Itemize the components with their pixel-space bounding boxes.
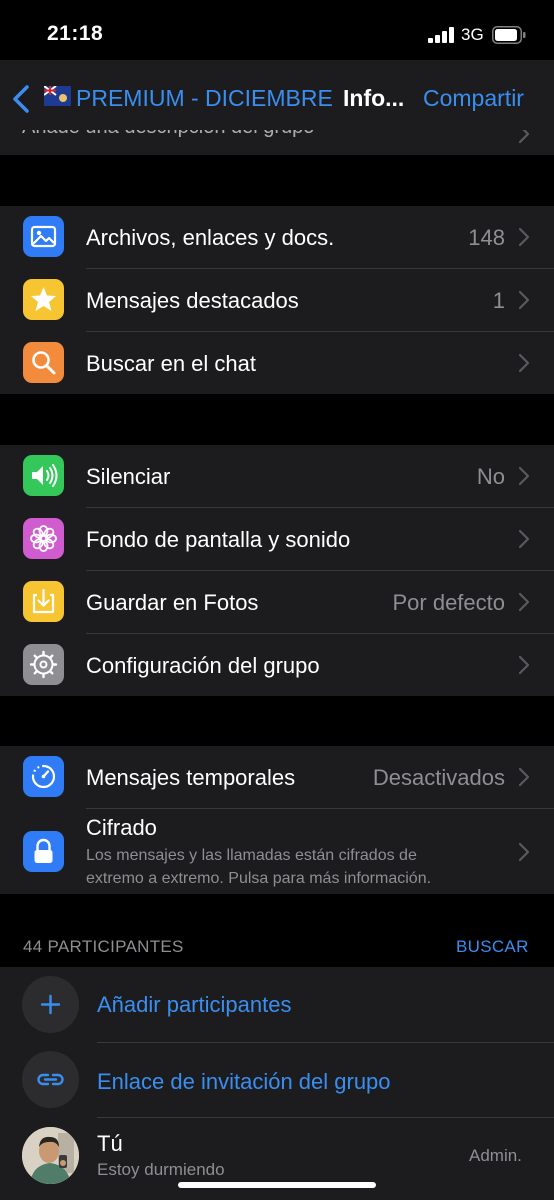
download-icon: [23, 581, 64, 622]
save-to-photos-row[interactable]: Guardar en Fotos Por defecto: [0, 571, 554, 633]
network-type: 3G: [461, 25, 484, 44]
photo-icon: [23, 216, 64, 257]
home-indicator: [178, 1182, 376, 1188]
back-chevron-icon[interactable]: [10, 84, 32, 114]
row-value: Desactivados: [372, 765, 505, 790]
row-value: No: [476, 464, 505, 489]
encryption-row[interactable]: Cifrado Los mensajes y las llamadas está…: [0, 809, 554, 894]
mute-row[interactable]: Silenciar No: [0, 445, 554, 507]
timer-icon: [23, 756, 64, 797]
chevron-right-icon: [518, 529, 530, 549]
invite-link-row[interactable]: Enlace de invitación del grupo: [0, 1043, 554, 1117]
search-icon: [23, 342, 64, 383]
participants-section: Añadir participantes Enlace de invitació…: [0, 967, 554, 1200]
disappearing-messages-row[interactable]: Mensajes temporales Desactivados: [0, 746, 554, 808]
row-label: Cifrado: [86, 815, 157, 840]
signal-icon: [428, 27, 454, 43]
encryption-line: Los mensajes y las llamadas están cifrad…: [86, 847, 417, 864]
files-links-docs-row[interactable]: Archivos, enlaces y docs. 148: [0, 206, 554, 268]
row-label: Mensajes temporales: [86, 765, 296, 790]
search-participants-button[interactable]: BUSCAR: [456, 937, 529, 957]
lock-icon: [23, 831, 64, 872]
add-participants-label: Añadir participantes: [97, 992, 292, 1017]
encryption-line: extremo a extremo. Pulsa para más inform…: [86, 870, 432, 887]
group-name-link[interactable]: PREMIUM - DICIEMBRE: [76, 85, 333, 112]
group-settings-row[interactable]: Configuración del grupo: [0, 634, 554, 696]
plus-icon: [22, 976, 79, 1033]
encryption-description: Los mensajes y las llamadas están cifrad…: [86, 844, 506, 890]
chevron-right-icon: [518, 130, 530, 144]
chevron-right-icon: [518, 290, 530, 310]
row-label: Configuración del grupo: [86, 653, 320, 678]
chevron-right-icon: [518, 655, 530, 675]
participant-name: Tú: [97, 1131, 123, 1156]
share-button[interactable]: Compartir: [423, 85, 524, 112]
chevron-right-icon: [518, 842, 530, 862]
row-label: Archivos, enlaces y docs.: [86, 225, 335, 250]
star-icon: [23, 279, 64, 320]
row-label: Silenciar: [86, 464, 171, 489]
row-label: Buscar en el chat: [86, 351, 256, 376]
media-section: Archivos, enlaces y docs. 148 Mensajes d…: [0, 206, 554, 394]
speaker-icon: [23, 455, 64, 496]
chevron-right-icon: [518, 592, 530, 612]
row-label: Guardar en Fotos: [86, 590, 259, 615]
chevron-right-icon: [518, 767, 530, 787]
group-description-row[interactable]: Añade una descripción del grupo: [0, 130, 554, 155]
chevron-right-icon: [518, 353, 530, 373]
status-time: 21:18: [47, 22, 104, 45]
gear-icon: [23, 644, 64, 685]
chevron-right-icon: [518, 466, 530, 486]
flower-icon: [23, 518, 64, 559]
group-description-text: Añade una descripción del grupo: [22, 130, 314, 139]
row-count: 148: [468, 225, 505, 250]
page-title: Info...: [343, 85, 405, 111]
admin-badge: Admin.: [469, 1146, 522, 1165]
avatar: [22, 1127, 79, 1184]
privacy-section: Mensajes temporales Desactivados Cifrado…: [0, 746, 554, 894]
participant-status: Estoy durmiendo: [97, 1160, 225, 1179]
add-participants-row[interactable]: Añadir participantes: [0, 967, 554, 1042]
starred-messages-row[interactable]: Mensajes destacados 1: [0, 269, 554, 331]
invite-link-label: Enlace de invitación del grupo: [97, 1069, 391, 1094]
row-value: Por defecto: [392, 590, 505, 615]
link-icon: [22, 1051, 79, 1108]
battery-icon: [492, 26, 526, 44]
wallpaper-sound-row[interactable]: Fondo de pantalla y sonido: [0, 508, 554, 570]
search-chat-row[interactable]: Buscar en el chat: [0, 332, 554, 394]
settings-section: Silenciar No Fondo de pantalla y sonido: [0, 445, 554, 696]
row-count: 1: [492, 288, 505, 313]
row-label: Mensajes destacados: [86, 288, 299, 313]
row-label: Fondo de pantalla y sonido: [86, 527, 351, 552]
chevron-right-icon: [518, 227, 530, 247]
participants-count-header: 44 PARTICIPANTES: [23, 937, 184, 956]
flag-icon: [44, 86, 71, 106]
